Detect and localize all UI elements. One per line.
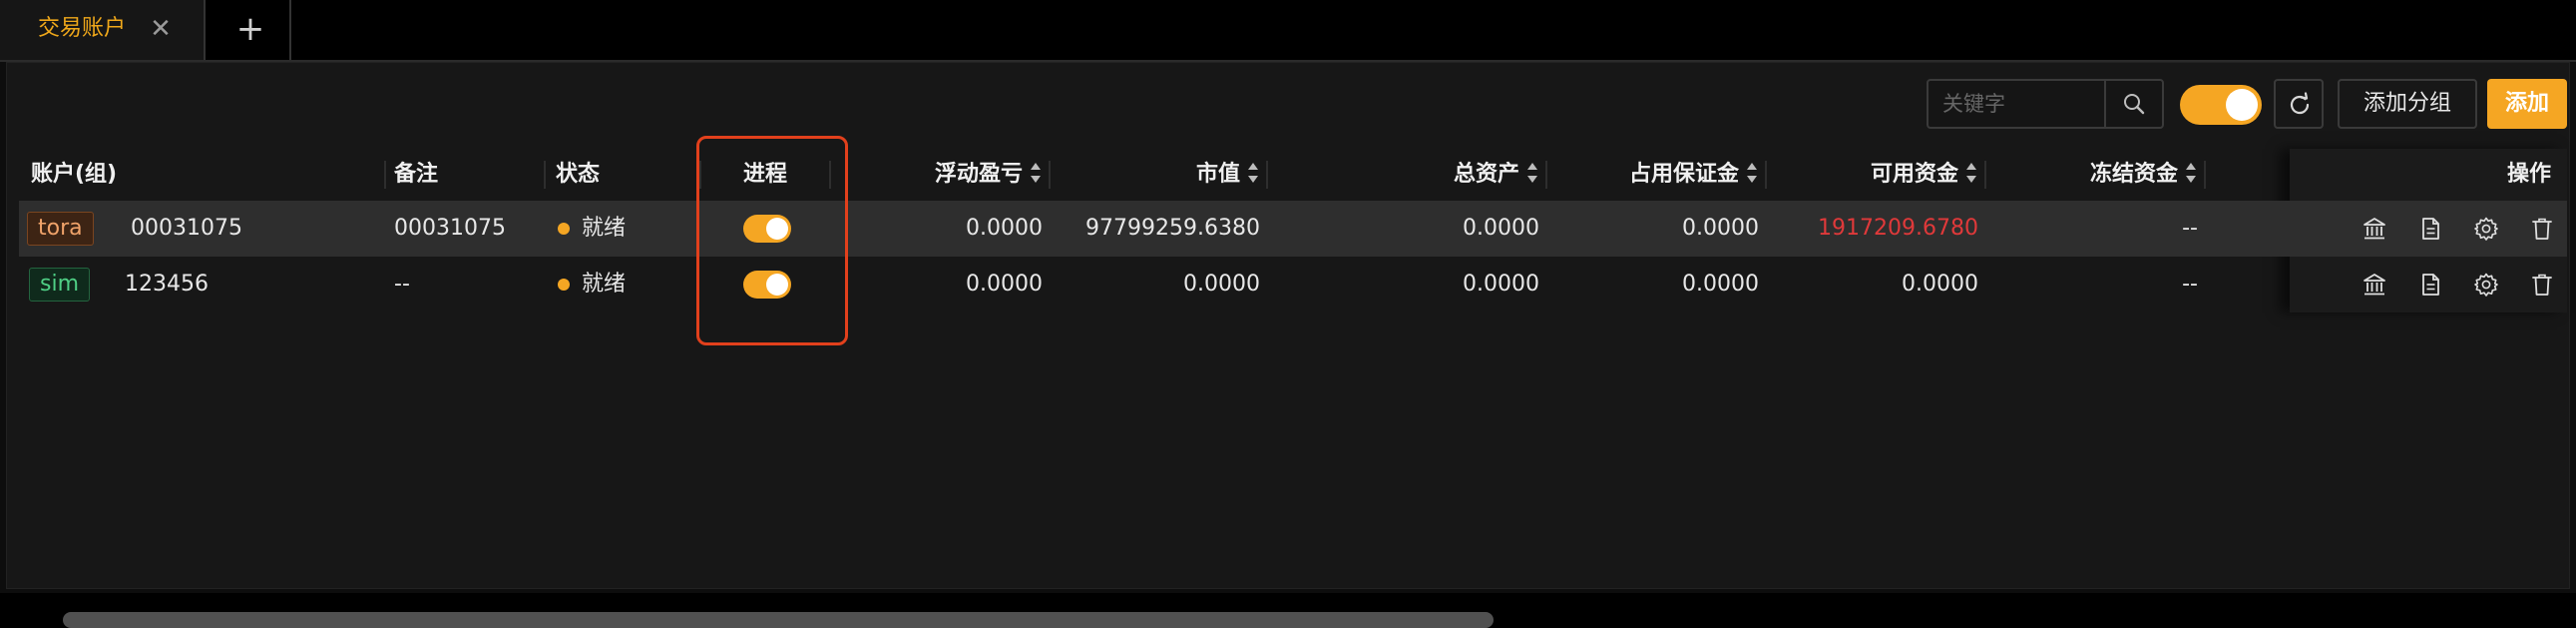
tab-trading-accounts[interactable]: 交易账户 ✕ bbox=[0, 0, 206, 60]
gear-icon[interactable] bbox=[2473, 216, 2499, 242]
note-cell: -- bbox=[394, 272, 410, 297]
header-total-assets-label: 总资产 bbox=[1453, 162, 1519, 187]
market-value-cell: 0.0000 bbox=[1183, 272, 1260, 297]
header-note[interactable]: 备注 bbox=[394, 149, 438, 201]
column-divider[interactable] bbox=[2204, 161, 2206, 189]
column-divider[interactable] bbox=[384, 161, 386, 189]
header-floating-pnl[interactable]: 浮动盈亏 bbox=[935, 149, 1043, 201]
header-available-label: 可用资金 bbox=[1870, 162, 1958, 187]
margin-used-cell: 0.0000 bbox=[1682, 272, 1759, 297]
status-dot bbox=[558, 223, 570, 235]
header-actions: 操作 bbox=[2506, 162, 2551, 187]
sort-icon[interactable] bbox=[1964, 160, 1978, 186]
search-box bbox=[1927, 79, 2164, 129]
column-divider[interactable] bbox=[1545, 161, 1547, 189]
table-row[interactable]: tora 00031075 00031075 就绪 0.0000 9779925… bbox=[19, 201, 2567, 257]
account-id: 00031075 bbox=[131, 216, 242, 241]
search-input[interactable] bbox=[1929, 81, 2104, 127]
tab-label: 交易账户 bbox=[38, 16, 127, 41]
bank-icon[interactable] bbox=[2361, 216, 2387, 242]
search-icon bbox=[2124, 94, 2145, 115]
header-frozen[interactable]: 冻结资金 bbox=[2090, 149, 2198, 201]
account-type-tag: sim bbox=[29, 268, 91, 302]
app-window: 交易账户 ✕ + 添加分组 添加 bbox=[0, 0, 2576, 628]
account-id: 123456 bbox=[125, 272, 209, 297]
accounts-table: 账户(组) 备注 状态 进程 浮动盈亏 市值 总资产 占用保证金 可用资金 冻结… bbox=[19, 149, 2567, 313]
table-row[interactable]: sim 123456 -- 就绪 0.0000 0.0000 0.0000 0.… bbox=[19, 257, 2567, 313]
add-button[interactable]: 添加 bbox=[2487, 79, 2567, 129]
floating-pnl-cell: 0.0000 bbox=[966, 272, 1043, 297]
trash-icon[interactable] bbox=[2529, 272, 2555, 298]
frozen-cell: -- bbox=[2182, 216, 2198, 241]
toggle-knob bbox=[2226, 89, 2258, 121]
column-divider[interactable] bbox=[1266, 161, 1268, 189]
available-cell: 1917209.6780 bbox=[1818, 216, 1978, 241]
header-floating-pnl-label: 浮动盈亏 bbox=[934, 162, 1023, 187]
header-frozen-label: 冻结资金 bbox=[2089, 162, 2178, 187]
header-account[interactable]: 账户(组) bbox=[31, 149, 117, 201]
column-divider[interactable] bbox=[1984, 161, 1986, 189]
trash-icon[interactable] bbox=[2529, 216, 2555, 242]
floating-pnl-cell: 0.0000 bbox=[966, 216, 1043, 241]
process-toggle-all[interactable] bbox=[2180, 85, 2262, 125]
frozen-cell: -- bbox=[2182, 272, 2198, 297]
account-type-tag: tora bbox=[27, 212, 94, 246]
refresh-icon bbox=[2290, 92, 2310, 115]
close-icon[interactable]: ✕ bbox=[146, 14, 176, 44]
search-button[interactable] bbox=[2104, 81, 2162, 127]
header-status[interactable]: 状态 bbox=[556, 149, 600, 201]
refresh-button[interactable] bbox=[2274, 79, 2324, 129]
status-cell: 就绪 bbox=[582, 272, 627, 297]
bank-icon[interactable] bbox=[2361, 272, 2387, 298]
status-cell: 就绪 bbox=[582, 216, 627, 241]
available-cell: 0.0000 bbox=[1902, 272, 1978, 297]
gear-icon[interactable] bbox=[2473, 272, 2499, 298]
tab-bar: 交易账户 ✕ + bbox=[0, 0, 2576, 62]
header-available[interactable]: 可用资金 bbox=[1871, 149, 1978, 201]
header-market-value-label: 市值 bbox=[1195, 162, 1240, 187]
header-margin-used-label: 占用保证金 bbox=[1628, 162, 1739, 187]
status-dot bbox=[558, 279, 570, 291]
highlight-box bbox=[696, 136, 848, 345]
accounts-panel: 添加分组 添加 账户(组) 备注 状态 进程 浮动盈亏 市值 bbox=[6, 62, 2570, 628]
document-icon[interactable] bbox=[2417, 216, 2443, 242]
total-assets-cell: 0.0000 bbox=[1463, 272, 1539, 297]
header-total-assets[interactable]: 总资产 bbox=[1454, 149, 1539, 201]
market-value-cell: 97799259.6380 bbox=[1085, 216, 1260, 241]
add-group-button[interactable]: 添加分组 bbox=[2338, 79, 2477, 129]
header-market-value[interactable]: 市值 bbox=[1196, 149, 1260, 201]
sort-icon[interactable] bbox=[1246, 160, 1260, 186]
sort-icon[interactable] bbox=[1525, 160, 1539, 186]
sort-icon[interactable] bbox=[1745, 160, 1759, 186]
add-tab-button[interactable]: + bbox=[212, 0, 291, 60]
header-margin-used[interactable]: 占用保证金 bbox=[1629, 149, 1759, 201]
sort-icon[interactable] bbox=[1029, 160, 1043, 186]
horizontal-scrollbar[interactable] bbox=[63, 612, 1494, 628]
margin-used-cell: 0.0000 bbox=[1682, 216, 1759, 241]
document-icon[interactable] bbox=[2417, 272, 2443, 298]
table-header: 账户(组) 备注 状态 进程 浮动盈亏 市值 总资产 占用保证金 可用资金 冻结… bbox=[19, 149, 2567, 201]
column-divider[interactable] bbox=[1049, 161, 1051, 189]
note-cell: 00031075 bbox=[394, 216, 506, 241]
column-divider[interactable] bbox=[544, 161, 546, 189]
sort-icon[interactable] bbox=[2184, 160, 2198, 186]
total-assets-cell: 0.0000 bbox=[1463, 216, 1539, 241]
column-divider[interactable] bbox=[1765, 161, 1767, 189]
